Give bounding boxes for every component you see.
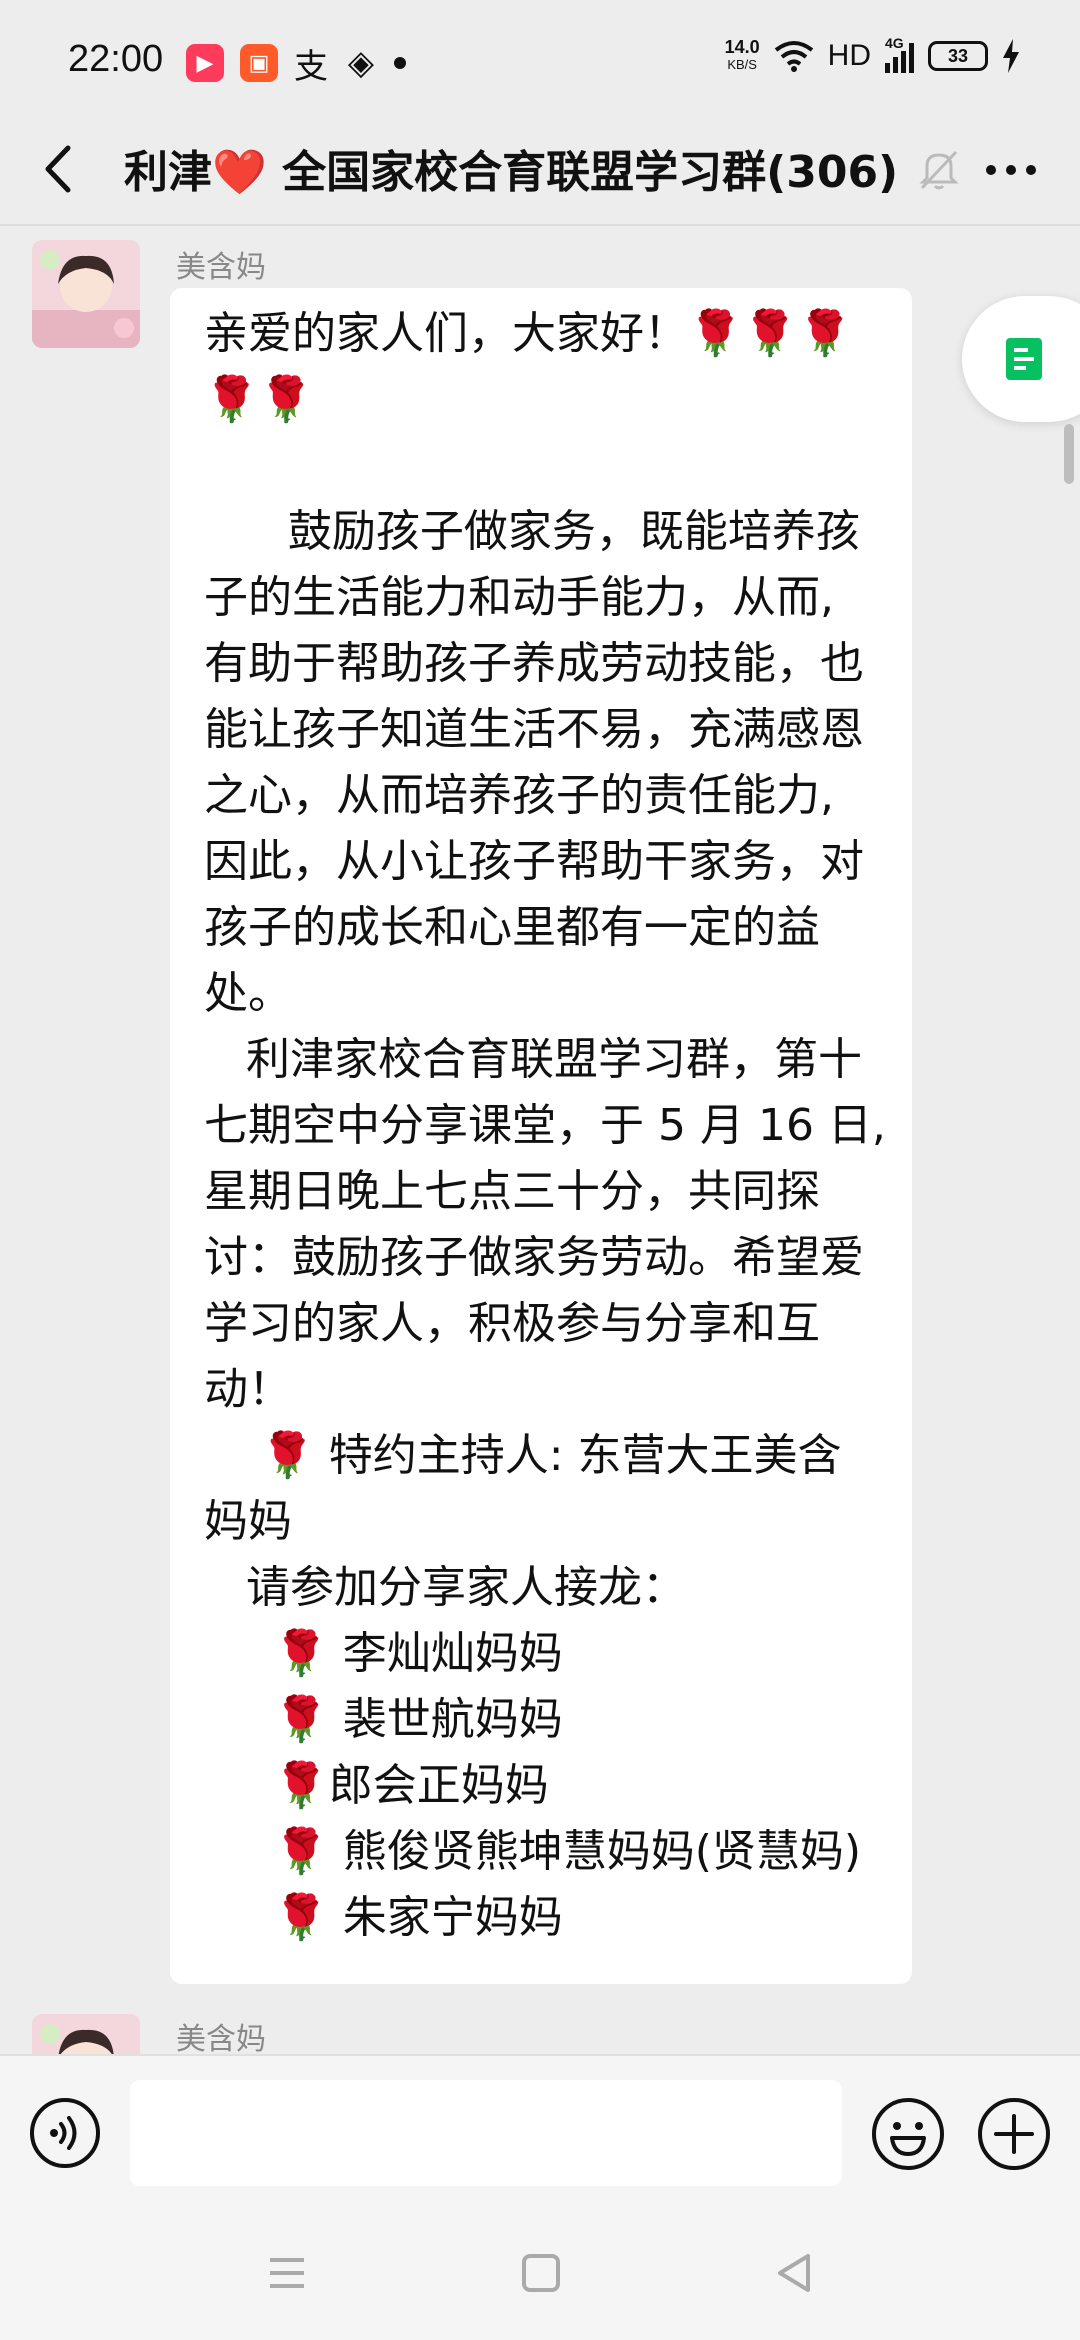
chat-header: 利津❤️ 全国家校合育联盟学习群(306) xyxy=(0,110,1080,226)
message-line: 能让孩子知道生活不易，充满感恩 xyxy=(204,704,864,755)
status-time: 22:00 xyxy=(68,38,164,80)
network-speed: 14.0 KB/S xyxy=(724,37,760,72)
message-line: 鼓励孩子做家务，既能培养孩 xyxy=(204,506,860,557)
chat-message-list[interactable]: 美含妈 亲爱的家人们，大家好！🌹🌹🌹 🌹🌹 鼓励孩子做家务，既能培养孩 子的生活… xyxy=(0,228,1080,2054)
message-bubble[interactable]: 亲爱的家人们，大家好！🌹🌹🌹 🌹🌹 鼓励孩子做家务，既能培养孩 子的生活能力和动… xyxy=(170,288,912,1984)
message-line: 请参加分享家人接龙： xyxy=(204,1562,686,1613)
message-line: 亲爱的家人们，大家好！🌹🌹🌹 xyxy=(204,308,853,359)
message-line: 因此，从小让孩子帮助干家务，对 xyxy=(204,836,864,887)
message-line: 利津家校合育联盟学习群，第十 xyxy=(204,1034,862,1085)
message-line: 处。 xyxy=(204,968,292,1019)
battery-icon: 33 xyxy=(928,41,988,71)
scrollbar-thumb[interactable] xyxy=(1064,424,1074,484)
more-dot-icon xyxy=(986,165,996,175)
home-square-icon[interactable] xyxy=(516,2248,566,2298)
charging-icon xyxy=(1003,39,1019,73)
message-line: 孩子的成长和心里都有一定的益 xyxy=(204,902,820,953)
message-line: 有助于帮助孩子养成劳动技能，也 xyxy=(204,638,864,689)
floating-doc-button[interactable] xyxy=(962,296,1080,422)
hd-label: HD xyxy=(827,39,871,72)
mute-bell-icon xyxy=(919,150,959,190)
group-title: 利津❤️ 全国家校合育联盟学习群(306) xyxy=(124,147,899,198)
message-line: 星期日晚上七点三十分，共同探 xyxy=(204,1166,820,1217)
sender-name: 美含妈 xyxy=(176,250,266,285)
layers-icon: ◈ xyxy=(347,43,375,83)
cellular-signal-icon: 4G xyxy=(885,35,914,73)
status-app-icons: ▶ ▣ 支 ◈ xyxy=(186,43,406,87)
input-bar xyxy=(0,2054,1080,2204)
back-arrow-icon[interactable] xyxy=(30,134,90,204)
voice-input-icon[interactable] xyxy=(28,2096,102,2170)
system-nav-bar xyxy=(0,2204,1080,2340)
message-line: 🌹🌹 xyxy=(204,374,314,425)
message-input[interactable] xyxy=(130,2080,842,2186)
plus-icon[interactable] xyxy=(976,2096,1052,2172)
sender-avatar[interactable] xyxy=(32,240,140,348)
message-line: 🌹 裴世航妈妈 xyxy=(204,1694,563,1745)
message-line: 🌹 李灿灿妈妈 xyxy=(204,1628,563,1679)
douyin-icon: ▶ xyxy=(186,44,224,82)
back-triangle-icon[interactable] xyxy=(770,2248,820,2298)
status-indicators: 14.0 KB/S HD 4G 33 xyxy=(724,35,1020,74)
message-line: 之心，从而培养孩子的责任能力, xyxy=(204,770,834,821)
message-line: 子的生活能力和动手能力，从而, xyxy=(204,572,834,623)
message-line: 讨：鼓励孩子做家务劳动。希望爱 xyxy=(204,1232,864,1283)
message-line: 🌹 特约主持人: 东营大王美含 xyxy=(204,1430,842,1481)
sender-avatar[interactable] xyxy=(32,2014,140,2054)
message-line: 🌹 朱家宁妈妈 xyxy=(204,1892,563,1943)
menu-icon[interactable] xyxy=(262,2248,312,2298)
alipay-icon: 支 xyxy=(294,46,328,87)
emoji-icon[interactable] xyxy=(870,2096,946,2172)
notification-dot-icon xyxy=(394,57,406,69)
message-line: 动！ xyxy=(204,1364,292,1415)
more-dot-icon xyxy=(1026,165,1036,175)
kuaishou-icon: ▣ xyxy=(240,44,278,82)
sender-name: 美含妈 xyxy=(176,2022,266,2054)
message-line: 七期空中分享课堂，于 5 月 16 日, xyxy=(204,1100,886,1151)
more-dot-icon xyxy=(1006,165,1016,175)
document-icon xyxy=(1006,338,1042,380)
message-line: 妈妈 xyxy=(204,1496,292,1547)
message-line: 🌹 熊俊贤熊坤慧妈妈(贤慧妈) xyxy=(204,1826,862,1877)
message-line: 🌹郎会正妈妈 xyxy=(204,1760,549,1811)
message-line: 学习的家人，积极参与分享和互 xyxy=(204,1298,820,1349)
more-options-button[interactable] xyxy=(976,140,1046,200)
wifi-icon xyxy=(774,41,813,72)
